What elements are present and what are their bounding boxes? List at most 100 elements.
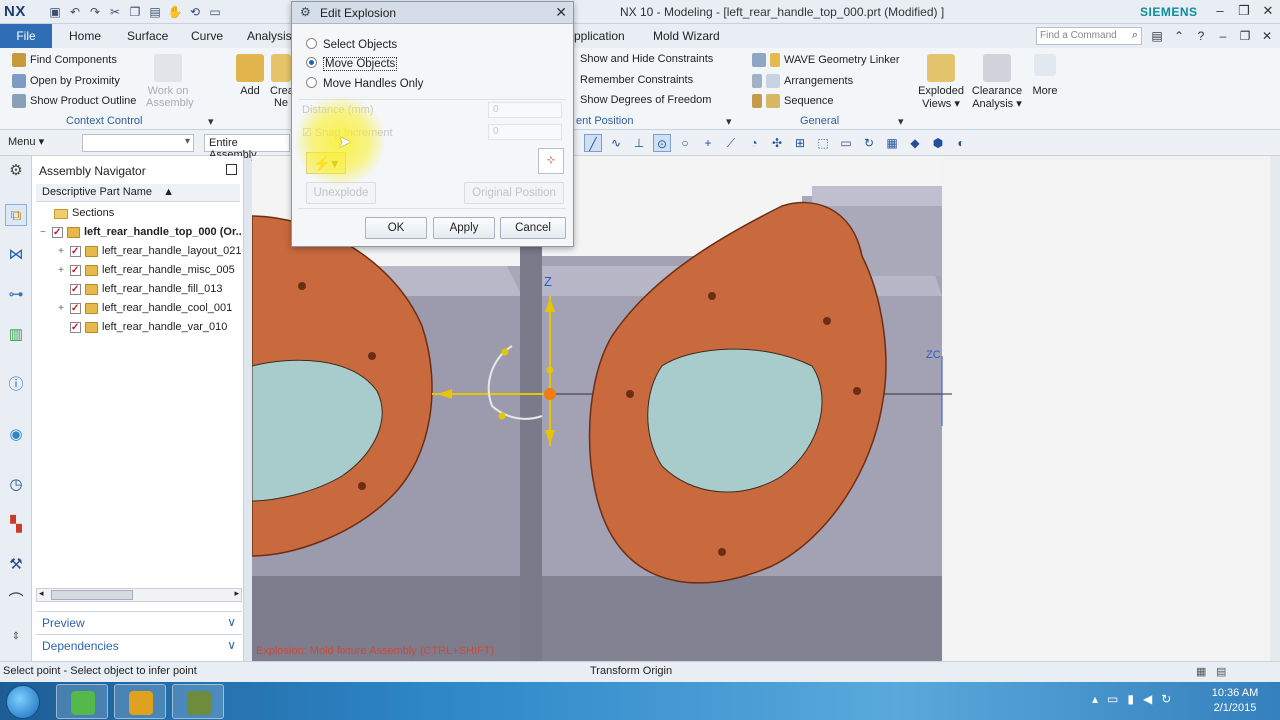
window-icon[interactable]: ▭	[206, 3, 224, 21]
copy-icon[interactable]: ❐	[126, 3, 144, 21]
tree-node-root[interactable]: − left_rear_handle_top_000 (Or..	[36, 223, 242, 242]
hd3d-tools-icon[interactable]: ⓘ	[5, 374, 27, 396]
restore-part-icon[interactable]: ❐	[1238, 28, 1252, 44]
tree-node-child[interactable]: left_rear_handle_var_010	[36, 318, 242, 337]
close-part-icon[interactable]: ✕	[1260, 28, 1274, 44]
clearance-analysis-button[interactable]: Clearance Analysis ▾	[970, 54, 1024, 110]
taskbar-app-2[interactable]	[114, 684, 166, 719]
redo-icon[interactable]: ↷	[86, 3, 104, 21]
snap-curve-icon[interactable]: ∿	[607, 134, 625, 152]
original-position-button[interactable]: Original Position	[464, 182, 564, 204]
distance-input[interactable]: 0	[488, 102, 562, 118]
tab-analysis[interactable]: Analysis	[247, 29, 292, 43]
snap-line-icon[interactable]: ╱	[584, 134, 602, 152]
roles-icon[interactable]: ⌒	[5, 590, 27, 612]
rotate-handle-dot[interactable]	[498, 412, 506, 420]
create-new-button[interactable]: Crea Ne	[270, 54, 292, 109]
expand-icon[interactable]: +	[56, 299, 66, 318]
arrangements-button[interactable]: Arrangements	[752, 74, 853, 88]
taskbar-app-1[interactable]	[56, 684, 108, 719]
touch-mode-icon[interactable]: ✋	[166, 3, 184, 21]
view-rotate-icon[interactable]: ↻	[860, 134, 878, 152]
scroll-left-icon[interactable]: ◂	[39, 588, 44, 599]
status-icon-1[interactable]: ▦	[1196, 665, 1206, 678]
unexplode-button[interactable]: Unexplode	[306, 182, 376, 204]
ok-button[interactable]: OK	[365, 217, 427, 239]
start-button[interactable]	[6, 685, 40, 719]
volume-icon[interactable]: ◀	[1143, 692, 1152, 706]
preview-panel-header[interactable]: Preview ∨	[36, 611, 242, 633]
dialog-header[interactable]: ⚙ Edit Explosion ✕	[292, 2, 573, 24]
visibility-checkbox[interactable]	[70, 261, 81, 280]
scrollbar-thumb[interactable]	[51, 590, 133, 600]
select-objects-radio[interactable]: Select Objects	[306, 38, 397, 51]
orient-view-icon[interactable]: ⬢	[929, 134, 947, 152]
find-command-input[interactable]: Find a Command ⌕	[1036, 27, 1142, 45]
history-icon[interactable]: ◷	[5, 474, 27, 496]
tab-mold-wizard[interactable]: Mold Wizard	[653, 29, 720, 43]
add-component-button[interactable]: Add	[234, 54, 266, 97]
reuse-library-icon[interactable]: ▥	[5, 324, 27, 346]
sequence-button[interactable]: Sequence	[752, 94, 834, 108]
visibility-checkbox[interactable]	[70, 299, 81, 318]
network-icon[interactable]: ▭	[1107, 692, 1118, 706]
snap-increment-input[interactable]: 0	[488, 124, 562, 140]
wave-geometry-linker-button[interactable]: WAVE Geometry Linker	[752, 53, 900, 67]
cut-icon[interactable]: ✂	[106, 3, 124, 21]
snap-intersect-icon[interactable]: ✣	[768, 134, 786, 152]
paste-icon[interactable]: ▤	[146, 3, 164, 21]
repeat-command-icon[interactable]: ⟲	[186, 3, 204, 21]
system-materials-icon[interactable]: ▚	[5, 514, 27, 536]
maximize-navigator-icon[interactable]	[226, 164, 237, 175]
constraint-navigator-icon[interactable]: ⋈	[5, 244, 27, 266]
menu-button[interactable]: Menu ▾	[8, 135, 44, 148]
visibility-checkbox[interactable]	[70, 318, 81, 337]
show-hide-constraints-button[interactable]: Show and Hide Constraints	[580, 53, 713, 65]
close-icon[interactable]: ✕	[555, 4, 567, 21]
visibility-icon[interactable]: ◐	[952, 134, 970, 152]
snap-quadrant-icon[interactable]: ◔	[745, 134, 763, 152]
open-by-proximity-button[interactable]: Open by Proximity	[12, 74, 120, 88]
group-expand-icon-2[interactable]: ▾	[726, 115, 732, 128]
visibility-checkbox[interactable]	[52, 223, 63, 242]
minimize-part-icon[interactable]: –	[1216, 28, 1230, 44]
apply-button[interactable]: Apply	[433, 217, 495, 239]
tree-node-child[interactable]: left_rear_handle_fill_013	[36, 280, 242, 299]
view-zoom-icon[interactable]: ▭	[837, 134, 855, 152]
restore-icon[interactable]: ❐	[1236, 2, 1252, 20]
tree-node-sections[interactable]: Sections	[36, 204, 242, 223]
save-icon[interactable]: ▣	[46, 3, 64, 21]
find-components-button[interactable]: Find Components	[12, 53, 117, 67]
column-header[interactable]: Descriptive Part Name ▲	[36, 184, 240, 202]
show-hidden-icons-icon[interactable]: ▴	[1092, 692, 1098, 706]
expand-icon[interactable]: +	[56, 261, 66, 280]
window-list-icon[interactable]: ▤	[1150, 28, 1164, 44]
sync-icon[interactable]: ↻	[1161, 692, 1171, 706]
snap-circle-icon[interactable]: ○	[676, 134, 694, 152]
group-expand-icon-3[interactable]: ▾	[898, 115, 904, 128]
cancel-button[interactable]: Cancel	[500, 217, 566, 239]
show-product-outline-button[interactable]: Show Product Outline	[12, 94, 136, 108]
vertical-scrollbar[interactable]	[1270, 156, 1280, 661]
selection-scope-select[interactable]: Entire Assembly	[204, 134, 290, 161]
web-browser-icon[interactable]: ◉	[5, 424, 27, 446]
dependencies-panel-header[interactable]: Dependencies ∨	[36, 634, 242, 656]
taskbar-nx-app[interactable]	[172, 684, 224, 719]
settings-gear-icon[interactable]: ⚙	[5, 160, 27, 182]
show-degrees-of-freedom-button[interactable]: Show Degrees of Freedom	[580, 94, 711, 106]
snap-tangent-icon[interactable]: ⟋	[722, 134, 740, 152]
work-on-assembly-button[interactable]: Work on Assembly	[146, 54, 194, 109]
help-icon[interactable]: ?	[1194, 28, 1208, 44]
assembly-navigator-icon[interactable]: ⧉	[5, 204, 27, 226]
move-handles-only-radio[interactable]: Move Handles Only	[306, 77, 423, 90]
tab-application[interactable]: pplication	[574, 29, 625, 43]
handle-origin[interactable]	[544, 388, 556, 400]
exploded-views-button[interactable]: Exploded Views ▾	[914, 54, 968, 110]
close-icon[interactable]: ✕	[1260, 2, 1276, 20]
resource-bar-scroll-icon[interactable]: ⇕	[5, 626, 27, 648]
view-fit-icon[interactable]: ⬚	[814, 134, 832, 152]
battery-icon[interactable]: ▮	[1127, 692, 1134, 706]
group-expand-icon[interactable]: ▾	[208, 115, 214, 128]
tab-file[interactable]: File	[0, 24, 52, 48]
minimize-icon[interactable]: –	[1212, 2, 1228, 20]
